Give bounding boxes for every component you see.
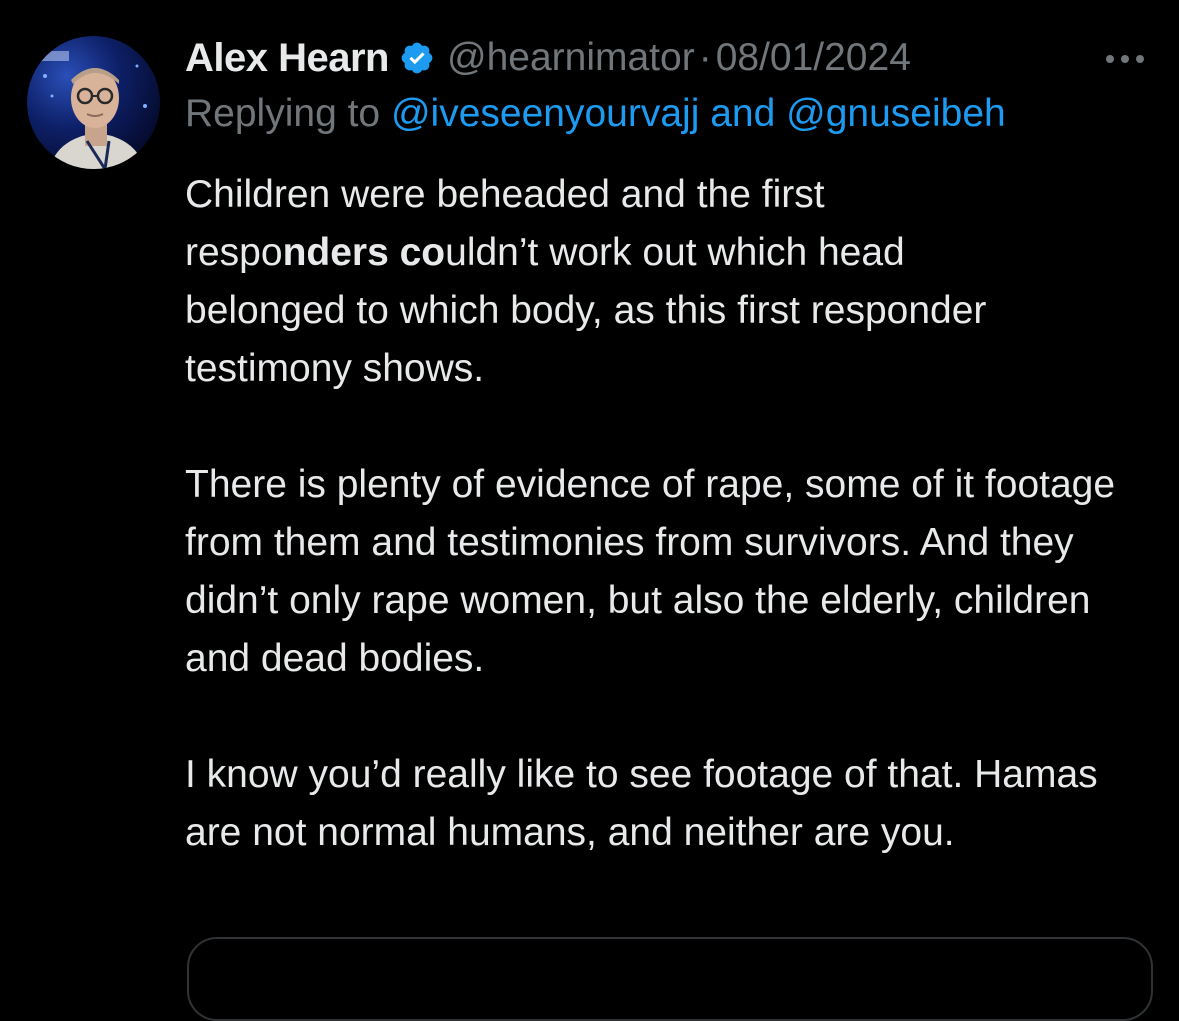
tweet-paragraph: Children were beheaded and the first res… xyxy=(185,166,1155,398)
text-segment-bold: nders co xyxy=(282,231,446,274)
quoted-tweet-card[interactable] xyxy=(187,937,1153,1021)
replying-to-label: Replying to xyxy=(185,92,381,135)
text-segment: respo xyxy=(185,231,283,274)
more-horizontal-icon[interactable] xyxy=(1100,44,1150,74)
text-segment: uldn’t work out which head xyxy=(445,231,905,274)
separator-dot: · xyxy=(698,36,712,79)
mention-link[interactable]: @gnuseibeh xyxy=(786,92,1006,135)
tweet-paragraph: I know you’d really like to see footage … xyxy=(185,753,1098,854)
display-name[interactable]: Alex Hearn xyxy=(185,36,389,81)
tweet-text: Children were beheaded and the first res… xyxy=(185,166,1155,862)
text-line: Children were beheaded and the first xyxy=(185,173,825,216)
replying-to: Replying to @iveseenyourvajj and @gnusei… xyxy=(185,92,1006,136)
verified-badge-icon[interactable] xyxy=(399,40,435,76)
profile-photo-icon xyxy=(27,36,160,169)
tweet-header: Alex Hearn @hearnimator · 08/01/2024 xyxy=(185,30,911,86)
text-line: belonged to which body, as this first re… xyxy=(185,289,987,332)
text-line: testimony shows. xyxy=(185,347,485,390)
mention-joiner[interactable]: and xyxy=(710,92,775,135)
avatar[interactable] xyxy=(27,36,160,169)
mention-link[interactable]: @iveseenyourvajj xyxy=(391,92,699,135)
tweet-paragraph: There is plenty of evidence of rape, som… xyxy=(185,463,1116,680)
tweet[interactable]: Alex Hearn @hearnimator · 08/01/2024 Rep… xyxy=(0,0,1179,1021)
handle[interactable]: @hearnimator xyxy=(447,36,695,80)
tweet-date[interactable]: 08/01/2024 xyxy=(716,36,911,80)
